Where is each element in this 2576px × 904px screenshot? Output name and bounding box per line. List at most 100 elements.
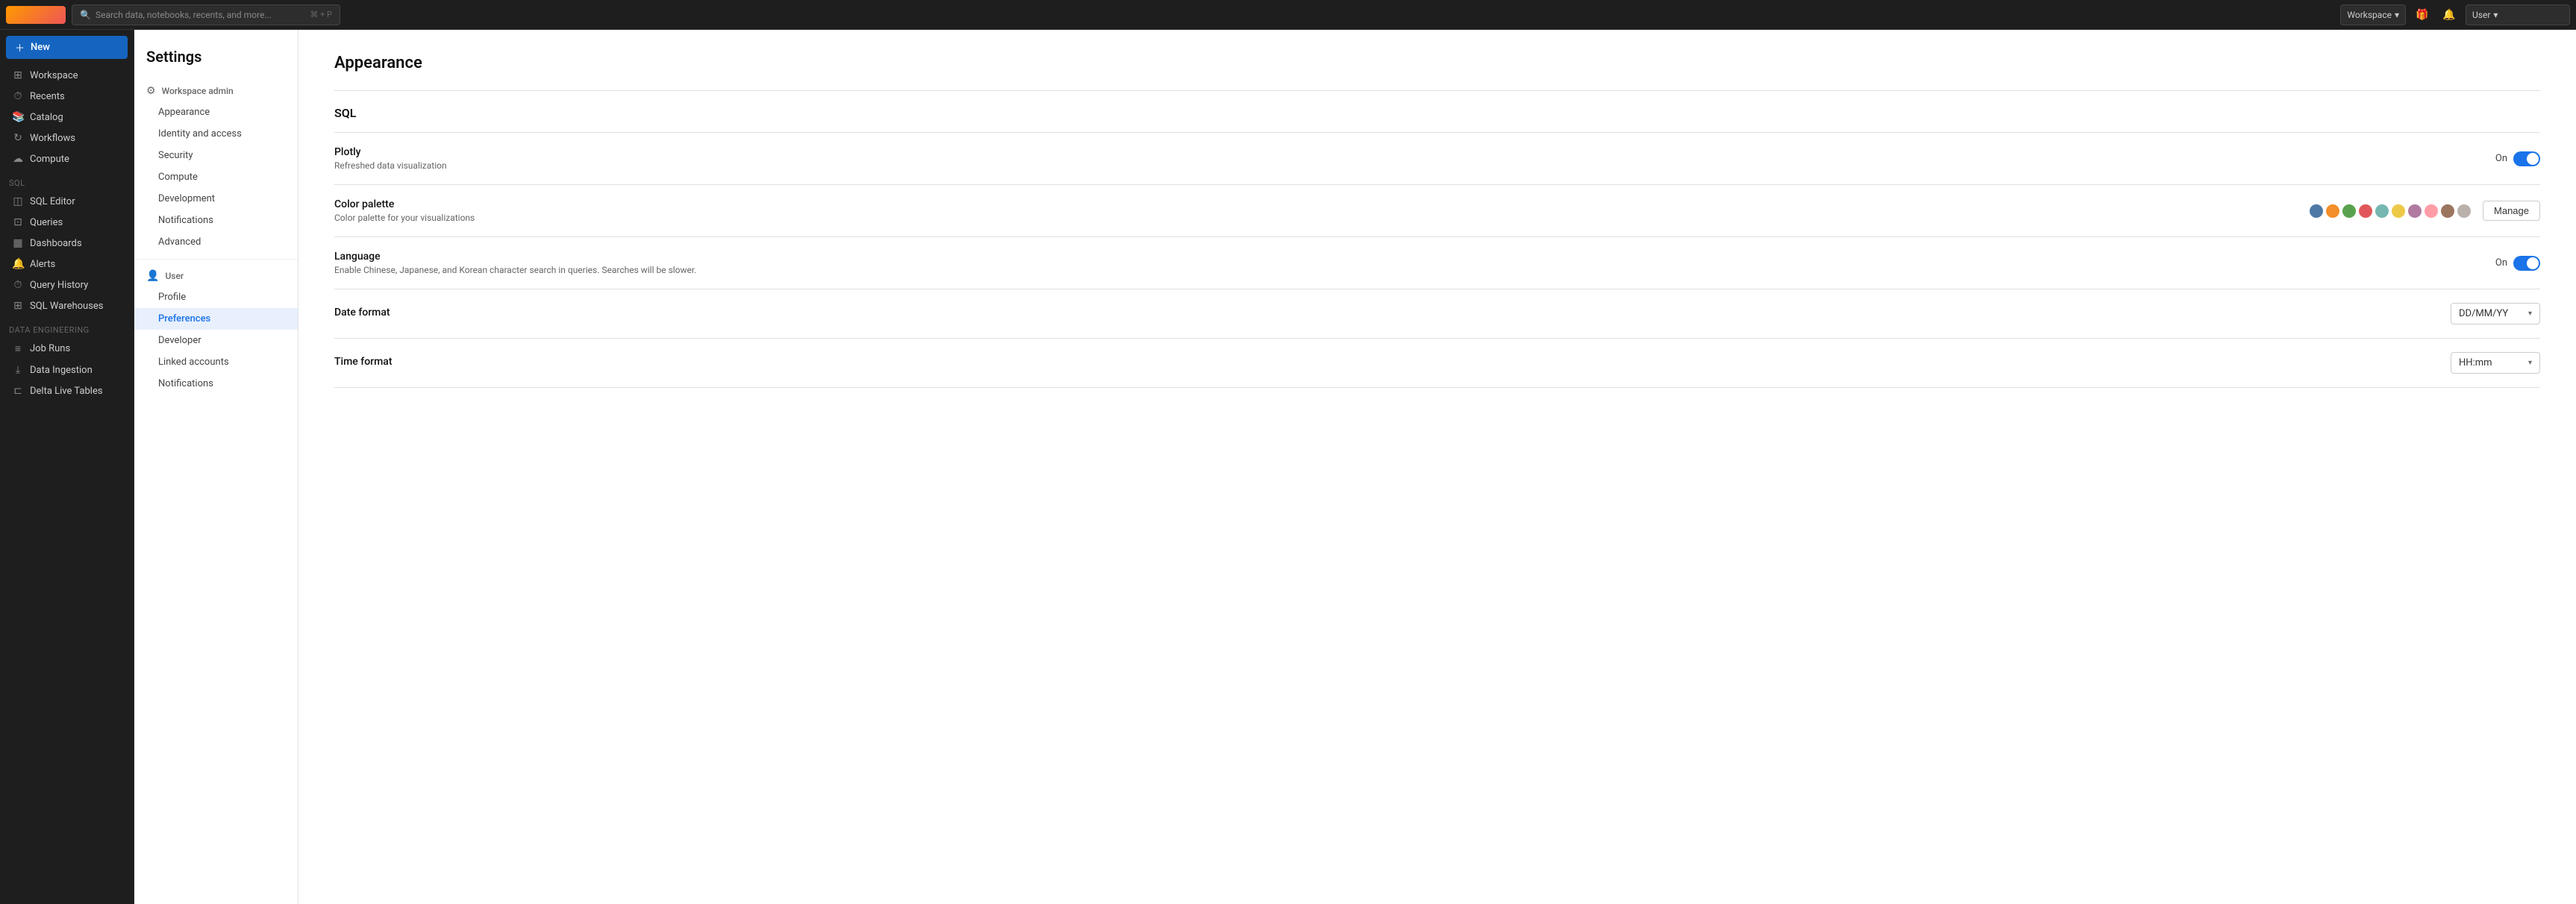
settings-nav-linked-accounts[interactable]: Linked accounts	[134, 351, 298, 373]
sidebar-item-job-runs[interactable]: ≡ Job Runs	[3, 338, 131, 360]
settings-nav-notifications[interactable]: Notifications	[134, 210, 298, 231]
time-format-label: Time format	[334, 356, 393, 368]
color-palette-controls: Manage	[2310, 201, 2540, 221]
color-swatch-8	[2441, 204, 2454, 218]
time-format-row: Time format HH:mm ▾	[334, 339, 2540, 387]
time-format-chevron-icon: ▾	[2528, 359, 2532, 367]
user-icon: 👤	[146, 270, 159, 282]
manage-color-palette-button[interactable]: Manage	[2483, 201, 2540, 221]
date-format-select[interactable]: DD/MM/YY ▾	[2451, 303, 2540, 324]
data-eng-section-label: Data Engineering	[0, 316, 134, 338]
sidebar-item-sql-editor[interactable]: ◫ SQL Editor	[3, 191, 131, 212]
main-layout: ＋ New ⊞ Workspace ⏱ Recents 📚 Catalog ↻ …	[0, 30, 2576, 904]
time-format-value: HH:mm	[2459, 357, 2524, 368]
color-palette-desc: Color palette for your visualizations	[334, 213, 475, 223]
settings-nav-compute[interactable]: Compute	[134, 166, 298, 188]
chevron-down-icon: ▾	[2395, 10, 2399, 20]
plotly-toggle[interactable]: On	[2495, 151, 2540, 166]
chevron-down-icon: ▾	[2493, 10, 2498, 20]
settings-nav-identity-access[interactable]: Identity and access	[134, 123, 298, 145]
time-format-info: Time format	[334, 356, 393, 370]
queries-icon: ⊡	[12, 216, 24, 228]
query-history-icon: ⏱	[12, 279, 24, 291]
top-divider	[334, 90, 2540, 91]
settings-panel: Settings ⚙ Workspace admin Appearance Id…	[134, 30, 298, 904]
sql-section-label: SQL	[0, 169, 134, 191]
catalog-icon: 📚	[12, 111, 24, 123]
search-keyboard-shortcut: ⌘ + P	[310, 10, 332, 19]
compute-icon: ☁	[12, 153, 24, 165]
sidebar-item-workspace[interactable]: ⊞ Workspace	[3, 65, 131, 86]
color-swatch-1	[2326, 204, 2339, 218]
gift-icon[interactable]: 🎁	[2412, 4, 2433, 25]
sidebar-item-data-ingestion[interactable]: ⤓ Data Ingestion	[3, 360, 131, 380]
sidebar-item-query-history[interactable]: ⏱ Query History	[3, 274, 131, 295]
content-area: Appearance SQL Plotly Refreshed data vis…	[298, 30, 2576, 904]
settings-nav-profile[interactable]: Profile	[134, 286, 298, 308]
settings-nav-developer[interactable]: Developer	[134, 330, 298, 351]
dashboards-icon: ▦	[12, 237, 24, 249]
date-format-info: Date format	[334, 307, 390, 321]
user-section-header: 👤 User	[134, 266, 298, 286]
color-palette-swatches	[2310, 204, 2471, 218]
settings-nav-notifications-user[interactable]: Notifications	[134, 373, 298, 395]
search-placeholder: Search data, notebooks, recents, and mor…	[96, 10, 305, 20]
color-swatch-5	[2392, 204, 2405, 218]
settings-nav-development[interactable]: Development	[134, 188, 298, 210]
content-title: Appearance	[334, 54, 2540, 72]
sidebar-item-sql-warehouses[interactable]: ⊞ SQL Warehouses	[3, 295, 131, 316]
sidebar-item-workflows[interactable]: ↻ Workflows	[3, 128, 131, 148]
color-swatch-7	[2425, 204, 2438, 218]
sidebar-item-catalog[interactable]: 📚 Catalog	[3, 107, 131, 128]
sidebar-item-dashboards[interactable]: ▦ Dashboards	[3, 233, 131, 254]
new-button[interactable]: ＋ New	[6, 36, 128, 59]
workspace-dropdown[interactable]: Workspace ▾	[2340, 4, 2406, 25]
user-menu[interactable]: User ▾	[2466, 4, 2570, 25]
sidebar-item-delta-live-tables[interactable]: ⊏ Delta Live Tables	[3, 380, 131, 401]
settings-nav-advanced[interactable]: Advanced	[134, 231, 298, 253]
settings-title: Settings	[134, 48, 298, 81]
plotly-toggle-switch[interactable]	[2513, 151, 2540, 166]
workspace-admin-header: ⚙ Workspace admin	[134, 81, 298, 101]
language-toggle[interactable]: On	[2495, 256, 2540, 271]
topbar-right: Workspace ▾ 🎁 🔔 User ▾	[2340, 4, 2570, 25]
settings-nav-preferences[interactable]: Preferences	[134, 308, 298, 330]
time-format-divider	[334, 387, 2540, 388]
plotly-desc: Refreshed data visualization	[334, 160, 447, 171]
workflows-icon: ↻	[12, 132, 24, 144]
sidebar-item-queries[interactable]: ⊡ Queries	[3, 212, 131, 233]
left-sidebar: ＋ New ⊞ Workspace ⏱ Recents 📚 Catalog ↻ …	[0, 30, 134, 904]
search-bar[interactable]: 🔍 Search data, notebooks, recents, and m…	[72, 4, 340, 25]
recents-icon: ⏱	[12, 90, 24, 102]
settings-nav-security[interactable]: Security	[134, 145, 298, 166]
sidebar-item-alerts[interactable]: 🔔 Alerts	[3, 254, 131, 274]
settings-nav-appearance[interactable]: Appearance	[134, 101, 298, 123]
color-palette-label: Color palette	[334, 198, 475, 210]
color-swatch-6	[2408, 204, 2422, 218]
plotly-info: Plotly Refreshed data visualization	[334, 146, 447, 171]
workspace-icon: ⊞	[12, 69, 24, 81]
color-swatch-4	[2375, 204, 2389, 218]
alerts-icon: 🔔	[12, 258, 24, 270]
date-format-chevron-icon: ▾	[2528, 310, 2532, 318]
plus-icon: ＋	[15, 40, 25, 54]
sidebar-item-recents[interactable]: ⏱ Recents	[3, 86, 131, 107]
workspace-admin-icon: ⚙	[146, 85, 156, 97]
language-row: Language Enable Chinese, Japanese, and K…	[334, 237, 2540, 289]
time-format-select[interactable]: HH:mm ▾	[2451, 352, 2540, 374]
color-swatch-0	[2310, 204, 2323, 218]
sql-editor-icon: ◫	[12, 195, 24, 207]
topbar: 🔍 Search data, notebooks, recents, and m…	[0, 0, 2576, 30]
color-swatch-3	[2359, 204, 2372, 218]
plotly-toggle-label: On	[2495, 153, 2507, 164]
sidebar-item-compute[interactable]: ☁ Compute	[3, 148, 131, 169]
sql-warehouses-icon: ⊞	[12, 300, 24, 312]
date-format-row: Date format DD/MM/YY ▾	[334, 289, 2540, 338]
color-palette-row: Color palette Color palette for your vis…	[334, 185, 2540, 236]
language-info: Language Enable Chinese, Japanese, and K…	[334, 251, 696, 275]
plotly-row: Plotly Refreshed data visualization On	[334, 133, 2540, 184]
language-toggle-switch[interactable]	[2513, 256, 2540, 271]
logo	[6, 6, 66, 24]
date-format-label: Date format	[334, 307, 390, 318]
notification-icon[interactable]: 🔔	[2439, 4, 2460, 25]
